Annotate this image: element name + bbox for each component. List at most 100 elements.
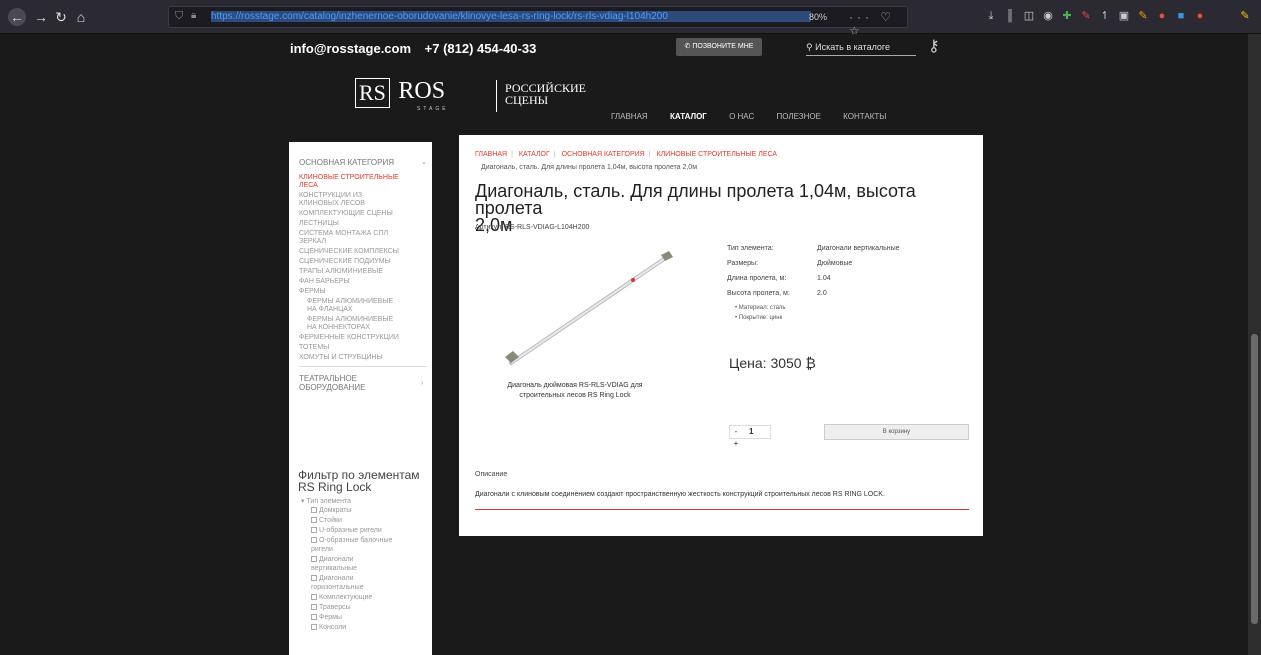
filter-option-cont: вертикальные [311,565,358,572]
chevron-down-icon[interactable]: ⌄ [421,158,427,166]
shield-icon: ⛉ [175,10,184,22]
logo-divider [496,80,497,112]
page-scrollbar[interactable] [1248,34,1261,655]
login-key-icon[interactable]: ⚷ [928,36,948,56]
logo-sub: STAGE [417,106,449,112]
filter-title: Фильтр по элементам RS Ring Lock [298,468,420,494]
sidebar-item[interactable]: ФЕРМЕННЫЕ КОНСТРУКЦИИ [299,334,399,341]
qty-plus-button[interactable]: + [730,438,742,450]
breadcrumb: ГЛАВНАЯ | КАТАЛОГ | ОСНОВНАЯ КАТЕГОРИЯ | КЛ… [475,151,778,158]
nav-contacts[interactable]: КОНТАКТЫ [843,112,886,121]
extension-icon[interactable]: ✎ [1079,9,1093,23]
extension-icon[interactable]: ↿ [1098,9,1112,23]
breadcrumb-link[interactable]: КЛИНОВЫЕ СТРОИТЕЛЬНЫЕ ЛЕСА [657,151,778,158]
library-icon[interactable]: ║ [1003,9,1017,23]
filter-option[interactable]: Фермы [311,614,342,621]
filter-option-cont: ригели [311,546,333,553]
spec-value: Дюймовые [817,260,853,267]
breadcrumb-link[interactable]: ОСНОВНАЯ КАТЕГОРИЯ [562,151,645,158]
breadcrumb-link[interactable]: ГЛАВНАЯ [475,151,507,158]
browser-toolbar: ← → ↻ ⌂ ⛉ 🔒︎ https://rosstage.com/catalo… [0,0,1261,38]
sidebar-subitem[interactable]: ФЕРМЫ АЛЮМИНИЕВЫЕ [307,298,393,305]
nav-home[interactable]: ГЛАВНАЯ [611,112,648,121]
filter-option[interactable]: O-образные балочные [311,537,392,544]
breadcrumb-link[interactable]: КАТАЛОГ [519,151,550,158]
site-logo[interactable]: RS ROS STAGE РОССИЙСКИЕ СЦЕНЫ [355,78,586,114]
contact-email[interactable]: info@rosstage.com [290,41,411,56]
qty-input[interactable]: 1 [744,426,758,438]
search-input[interactable]: ⚲ Искать в каталоге [806,38,916,56]
sidebar-item[interactable]: ЛЕСТНИЦЫ [299,220,339,227]
spec-key: Высота пролета, м: [727,290,790,297]
sidebar-item[interactable]: ТОТЕМЫ [299,344,329,351]
description-text: Диагонали с клиновым соединением создают… [475,491,885,498]
product-image[interactable] [489,245,689,375]
extension-icon[interactable]: ✎ [1136,9,1150,23]
chevron-right-icon[interactable]: › [421,380,423,387]
filter-option[interactable]: Домкраты [311,507,351,514]
home-icon[interactable]: ⌂ [72,8,90,26]
extension-icon[interactable]: ✎ [1238,9,1252,23]
sidebar-theatrical[interactable]: ТЕАТРАЛЬНОЕ [299,374,357,383]
filter-option[interactable]: Траверсы [311,604,351,611]
sidebar-item[interactable]: ХОМУТЫ И СТРУБЦИНЫ [299,354,383,361]
sidebar-item[interactable]: ЛЕСА [299,182,318,189]
sidebar-item[interactable]: ТРАПЫ АЛЮМИНИЕВЫЕ [299,268,383,275]
sidebar-item[interactable]: ЗЕРКАЛ [299,238,326,245]
filter-option-cont: горизонтальные [311,584,364,591]
sidebar-item[interactable]: СЦЕНИЧЕСКИЕ КОМПЛЕКСЫ [299,248,399,255]
website: info@rosstage.com +7 (812) 454-40-33 ✆ П… [0,34,1248,655]
sidebar-item[interactable]: ФАН БАРЬЕРЫ [299,278,350,285]
zoom-level[interactable]: 80% [809,12,827,22]
sidebar-subitem[interactable]: НА ФЛАНЦАХ [307,306,353,313]
sidebar-subitem[interactable]: НА КОННЕКТОРАХ [307,324,370,331]
extension-icon[interactable]: ● [1193,9,1207,23]
extension-icon[interactable]: ▣ [1117,9,1131,23]
filter-option[interactable]: Стойки [311,517,342,524]
filter-option[interactable]: Консоли [311,624,346,631]
filter-group[interactable]: ▾ Тип элемента [301,497,351,505]
feature-bullet: • Покрытие: цинк [735,315,783,321]
sidebar-theatrical[interactable]: ОБОРУДОВАНИЕ [299,383,365,392]
sidebar-item[interactable]: КЛИНОВЫЕ СТРОИТЕЛЬНЫЕ [299,174,399,181]
address-bar[interactable]: ⛉ 🔒︎ https://rosstage.com/catalog/inzhen… [168,6,908,38]
sidebar-item[interactable]: КЛИНОВЫХ ЛЕСОВ [299,200,365,207]
qty-minus-button[interactable]: - [730,426,742,438]
search-icon: ⚲ [806,42,816,52]
filter-option[interactable]: Диагонали [311,575,354,582]
callback-button[interactable]: ✆ ПОЗВОНИТЕ МНЕ [676,38,762,56]
sidebar-main-category[interactable]: ОСНОВНАЯ КАТЕГОРИЯ [299,158,394,167]
sidebar-subitem[interactable]: ФЕРМЫ АЛЮМИНИЕВЫЕ [307,316,393,323]
contact-phone[interactable]: +7 (812) 454-40-33 [425,41,537,56]
back-icon[interactable]: ← [8,8,26,26]
sidebar-item[interactable]: ФЕРМЫ [299,288,326,295]
filter-option[interactable]: Комплектующие [311,594,372,601]
logo-mono: RS [355,78,390,108]
filter-option[interactable]: Диагонали [311,556,354,563]
spec-key: Длина пролета, м: [727,275,787,282]
sidebar-divider [299,366,427,367]
extension-icon[interactable]: ✚ [1060,9,1074,23]
download-icon[interactable]: ⤓ [984,9,998,23]
reader-icon[interactable]: ◉ [1041,9,1055,23]
nav-catalog[interactable]: КАТАЛОГ [670,112,707,121]
sidebar-icon[interactable]: ◫ [1022,9,1036,23]
forward-icon[interactable]: → [32,8,50,26]
nav-useful[interactable]: ПОЛЕЗНОЕ [776,112,820,121]
nav-about[interactable]: О НАС [729,112,754,121]
url-text[interactable]: https://rosstage.com/catalog/inzhenernoe… [211,11,811,22]
breadcrumb-current: Диагональ, сталь. Для длины пролета 1,04… [481,164,698,171]
add-to-cart-button[interactable]: В корзину [824,424,969,440]
filter-option[interactable]: U-образные ригели [311,527,382,534]
sidebar-item[interactable]: СИСТЕМА МОНТАЖА СПЛ [299,230,388,237]
extension-icon[interactable]: ● [1155,9,1169,23]
scroll-thumb[interactable] [1251,334,1258,624]
sidebar-item[interactable]: СЦЕНИЧЕСКИЕ ПОДИУМЫ [299,258,391,265]
sidebar: ОСНОВНАЯ КАТЕГОРИЯ ⌄ КЛИНОВЫЕ СТРОИТЕЛЬН… [289,142,432,655]
product-price: Цена: 3050 ₿ [729,355,816,371]
sidebar-item[interactable]: КОМПЛЕКТУЮЩИЕ СЦЕНЫ [299,210,393,217]
sidebar-item[interactable]: КОНСТРУКЦИИ ИЗ [299,192,362,199]
reload-icon[interactable]: ↻ [52,8,70,26]
article-number: Артикул: RS-RLS-VDIAG-L104H200 [475,224,590,231]
extension-icon[interactable]: ■ [1174,9,1188,23]
